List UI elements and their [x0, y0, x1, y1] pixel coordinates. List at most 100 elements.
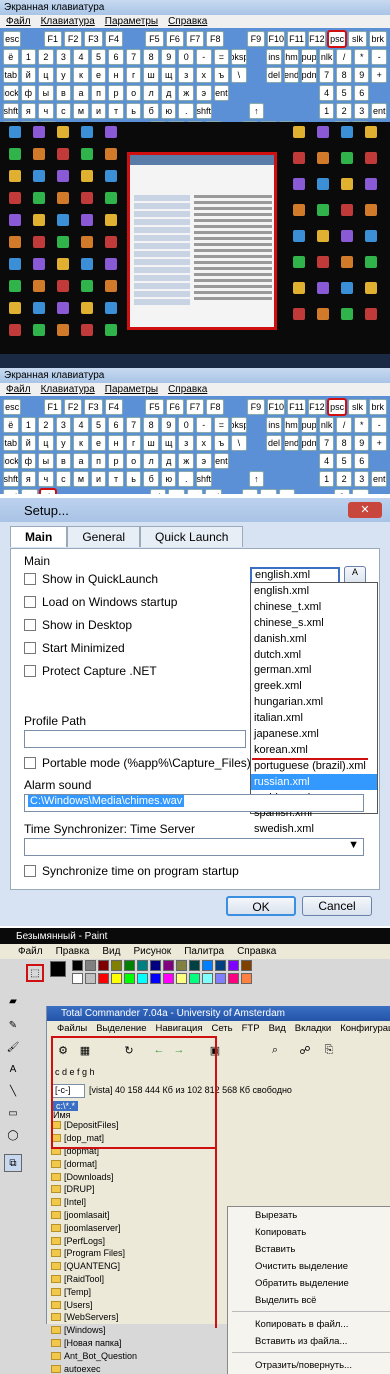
- context-menu-item[interactable]: Вставить из файла...: [228, 1333, 390, 1350]
- key[interactable]: 4: [73, 49, 89, 65]
- tc-menu-ftp[interactable]: FTP: [242, 1023, 260, 1034]
- key[interactable]: slk: [348, 399, 367, 415]
- key[interactable]: з: [178, 435, 195, 451]
- desktop-shortcut-icon[interactable]: [100, 170, 122, 183]
- key[interactable]: 6: [353, 85, 370, 101]
- key[interactable]: 8: [143, 49, 159, 65]
- desktop-shortcut-icon[interactable]: [288, 308, 310, 321]
- language-option[interactable]: danish.xml: [251, 631, 377, 647]
- desktop-shortcut-icon[interactable]: [288, 204, 310, 217]
- desktop-shortcut-icon[interactable]: [28, 170, 50, 183]
- tab-main[interactable]: Main: [10, 526, 68, 547]
- tab-general[interactable]: General: [67, 526, 141, 547]
- brush-icon[interactable]: 🖌: [4, 1038, 22, 1056]
- desktop-shortcut-icon[interactable]: [100, 214, 122, 227]
- key[interactable]: F3: [84, 31, 103, 47]
- palette-color-swatch[interactable]: [72, 973, 83, 984]
- file-list-item[interactable]: autoexec: [51, 1362, 221, 1374]
- key[interactable]: 6: [108, 49, 124, 65]
- desktop-shortcut-icon[interactable]: [28, 302, 50, 315]
- key[interactable]: F12: [307, 31, 326, 47]
- select-tool-icon[interactable]: ⬚: [26, 964, 44, 982]
- palette-color-swatch[interactable]: [215, 973, 226, 984]
- palette-color-swatch[interactable]: [98, 960, 109, 971]
- key[interactable]: pup: [301, 417, 317, 433]
- checkbox-box[interactable]: [24, 665, 36, 677]
- key[interactable]: ж: [178, 453, 195, 469]
- checkbox-load-startup[interactable]: Load on Windows startup: [24, 595, 177, 609]
- language-option[interactable]: dutch.xml: [251, 647, 377, 663]
- key[interactable]: del: [266, 435, 282, 451]
- key[interactable]: F7: [185, 31, 205, 47]
- paint-menu-help[interactable]: Справка: [237, 946, 276, 957]
- key[interactable]: *: [353, 49, 370, 65]
- desktop-shortcut-icon[interactable]: [52, 214, 74, 227]
- key[interactable]: п: [90, 85, 107, 101]
- desktop-shortcut-icon[interactable]: [100, 280, 122, 293]
- key[interactable]: 0: [178, 49, 195, 65]
- alarm-sound-input[interactable]: C:\Windows\Media\chimes.wav: [24, 794, 364, 812]
- key[interactable]: F9: [246, 31, 266, 47]
- key[interactable]: shft: [3, 103, 19, 119]
- key[interactable]: F4: [104, 31, 123, 47]
- menu-file-2[interactable]: Файл: [6, 384, 31, 395]
- desktop-shortcut-icon[interactable]: [4, 236, 26, 249]
- desktop-shortcut-icon[interactable]: [312, 152, 334, 165]
- desktop-shortcut-icon[interactable]: [100, 192, 122, 205]
- desktop-shortcut-icon[interactable]: [76, 324, 98, 337]
- key[interactable]: ctrl: [3, 489, 20, 494]
- key[interactable]: ins: [266, 49, 282, 65]
- key[interactable]: F6: [165, 399, 184, 415]
- key[interactable]: .: [178, 103, 195, 119]
- desktop-shortcut-icon[interactable]: [336, 256, 358, 269]
- key[interactable]: del: [266, 67, 282, 83]
- file-list-item[interactable]: [Temp]: [51, 1285, 221, 1298]
- palette-color-swatch[interactable]: [176, 973, 187, 984]
- key[interactable]: я: [20, 103, 37, 119]
- desktop-shortcut-icon[interactable]: [336, 178, 358, 191]
- key[interactable]: bksp: [231, 417, 247, 433]
- key[interactable]: 1: [20, 49, 37, 65]
- menu-params-2[interactable]: Параметры: [105, 384, 158, 395]
- key[interactable]: э: [196, 85, 212, 101]
- key[interactable]: ф: [20, 85, 37, 101]
- key[interactable]: о: [125, 85, 142, 101]
- key[interactable]: -: [196, 417, 212, 433]
- key[interactable]: brk: [368, 31, 387, 47]
- key[interactable]: 3: [353, 471, 370, 487]
- key[interactable]: 4: [73, 417, 89, 433]
- palette-color-swatch[interactable]: [189, 973, 200, 984]
- rectangle-tool-icon[interactable]: ▭: [4, 1104, 22, 1122]
- key[interactable]: 4: [318, 85, 335, 101]
- file-list-item[interactable]: [joomlasait]: [51, 1209, 221, 1222]
- key[interactable]: г: [125, 435, 142, 451]
- palette-color-swatch[interactable]: [241, 973, 252, 984]
- key[interactable]: ж: [178, 85, 195, 101]
- key[interactable]: а: [73, 85, 89, 101]
- desktop-shortcut-icon[interactable]: [100, 148, 122, 161]
- desktop-shortcut-icon[interactable]: [28, 192, 50, 205]
- desktop-shortcut-icon[interactable]: [28, 148, 50, 161]
- key[interactable]: F9: [246, 399, 266, 415]
- key[interactable]: щ: [160, 67, 177, 83]
- key[interactable]: б: [143, 471, 159, 487]
- key[interactable]: й: [20, 67, 37, 83]
- paint-menu-edit[interactable]: Правка: [56, 946, 90, 957]
- file-list-item[interactable]: [RaidTool]: [51, 1273, 221, 1286]
- key[interactable]: ч: [38, 471, 54, 487]
- key[interactable]: о: [125, 453, 142, 469]
- palette-color-swatch[interactable]: [163, 973, 174, 984]
- key[interactable]: у: [55, 67, 72, 83]
- key[interactable]: а: [73, 453, 89, 469]
- profile-path-input[interactable]: [24, 730, 246, 748]
- key[interactable]: alt: [38, 488, 58, 494]
- key[interactable]: х: [196, 67, 212, 83]
- tab-quick-launch[interactable]: Quick Launch: [140, 526, 244, 547]
- key[interactable]: в: [55, 85, 72, 101]
- desktop-shortcut-icon[interactable]: [52, 170, 74, 183]
- language-option[interactable]: greek.xml: [251, 678, 377, 694]
- menu-help-2[interactable]: Справка: [168, 384, 207, 395]
- key[interactable]: shft: [196, 103, 212, 119]
- key[interactable]: 5: [90, 417, 107, 433]
- key[interactable]: к: [73, 67, 89, 83]
